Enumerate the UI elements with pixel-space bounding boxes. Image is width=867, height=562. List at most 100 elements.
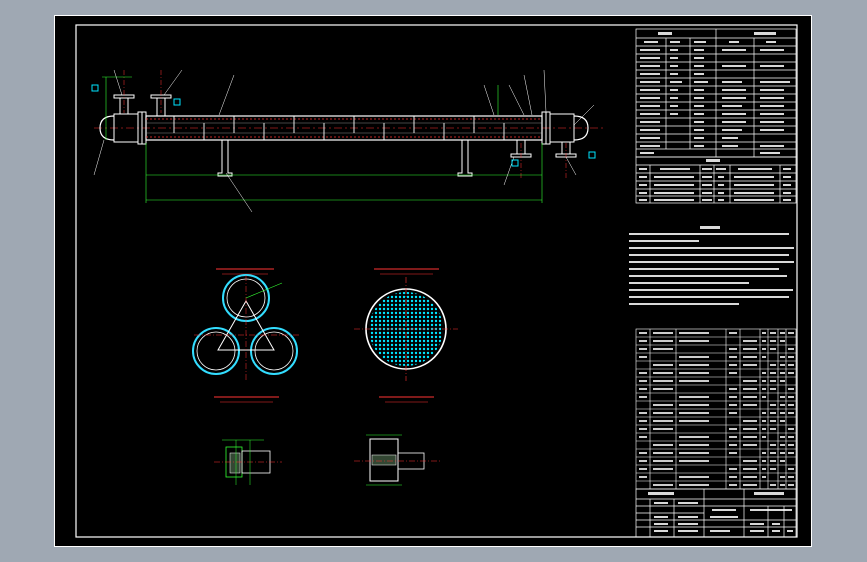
parts-cell-glyph [770,412,776,414]
parts-cell-glyph [639,412,647,414]
parts-cell-glyph [780,444,785,446]
parts-cell-glyph [788,388,794,390]
parts-cell-glyph [653,340,673,342]
parts-cell-glyph [770,420,776,422]
parts-cell-glyph [770,460,776,462]
parts-cell-glyph [639,348,647,350]
parts-cell-glyph [639,420,647,422]
parts-cell-glyph [729,404,737,406]
parts-cell-glyph [770,340,776,342]
parts-cell-glyph [679,396,709,398]
parts-cell-glyph [788,444,794,446]
parts-cell-glyph [780,420,785,422]
parts-cell-glyph [770,332,776,334]
parts-cell-glyph [729,452,737,454]
parts-cell-glyph [679,436,709,438]
parts-cell-glyph [729,468,737,470]
parts-cell-glyph [639,436,647,438]
parts-cell-glyph [762,356,766,358]
parts-cell-glyph [780,364,785,366]
parts-cell-glyph [788,396,794,398]
parts-cell-glyph [679,364,709,366]
parts-cell-glyph [743,380,757,382]
parts-cell-glyph [653,468,673,470]
parts-cell-glyph [788,468,794,470]
parts-cell-glyph [653,420,673,422]
parts-cell-glyph [762,420,766,422]
parts-cell-glyph [788,452,794,454]
parts-cell-glyph [743,340,757,342]
parts-cell-glyph [770,452,776,454]
detail-view-right [354,434,442,486]
parts-cell-glyph [653,484,673,486]
parts-cell-glyph [653,372,673,374]
parts-cell-glyph [743,428,757,430]
parts-cell-glyph [639,340,647,342]
nozzle-table [635,156,797,204]
parts-cell-glyph [743,396,757,398]
parts-cell-glyph [679,484,709,486]
parts-cell-glyph [762,388,766,390]
parts-cell-glyph [729,436,737,438]
parts-cell-glyph [770,428,776,430]
parts-cell-glyph [762,380,766,382]
parts-cell-glyph [639,460,647,462]
parts-cell-glyph [653,428,673,430]
drawing-sheet [54,15,812,547]
parts-cell-glyph [729,388,737,390]
section-view-left [192,268,299,403]
parts-cell-glyph [639,372,647,374]
parts-cell-glyph [639,388,647,390]
parts-cell-glyph [679,444,709,446]
parts-cell-glyph [679,340,709,342]
parts-cell-glyph [762,428,766,430]
parts-cell-glyph [770,348,776,350]
parts-cell-glyph [780,436,785,438]
parts-cell-glyph [780,460,785,462]
parts-cell-glyph [770,404,776,406]
parts-cell-glyph [762,460,766,462]
parts-cell-glyph [639,452,647,454]
parts-cell-glyph [788,428,794,430]
parts-cell-glyph [780,372,785,374]
parts-cell-glyph [743,468,757,470]
parts-cell-glyph [639,332,647,334]
parts-cell-glyph [770,444,776,446]
parts-cell-glyph [639,396,647,398]
parts-cell-glyph [743,348,757,350]
section-view-right [354,268,458,403]
parts-cell-glyph [780,356,785,358]
parts-cell-glyph [639,476,647,478]
parts-cell-glyph [788,412,794,414]
parts-cell-glyph [788,484,794,486]
design-data-glyphs [640,32,790,154]
technical-notes [629,226,794,305]
parts-cell-glyph [780,412,785,414]
parts-cell-glyph [788,364,794,366]
parts-cell-glyph [762,348,766,350]
parts-cell-glyph [679,452,709,454]
parts-cell-glyph [762,372,766,374]
parts-cell-glyph [729,348,737,350]
parts-cell-glyph [788,476,794,478]
parts-cell-glyph [679,372,709,374]
parts-cell-glyph [762,412,766,414]
parts-cell-glyph [679,476,709,478]
parts-cell-glyph [653,460,673,462]
parts-cell-glyph [762,436,766,438]
parts-cell-glyph [639,428,647,430]
parts-cell-glyph [679,356,709,358]
parts-cell-glyph [729,364,737,366]
parts-cell-glyph [639,356,647,358]
parts-cell-glyph [729,484,737,486]
title-block-glyphs [648,492,793,532]
parts-cell-glyph [743,420,757,422]
parts-cell-glyph [679,404,709,406]
parts-cell-glyph [780,476,785,478]
parts-cell-glyph [729,372,737,374]
cad-drawing [54,15,812,547]
parts-cell-glyph [762,476,766,478]
parts-cell-glyph [788,356,794,358]
parts-cell-glyph [780,452,785,454]
parts-cell-glyph [729,428,737,430]
